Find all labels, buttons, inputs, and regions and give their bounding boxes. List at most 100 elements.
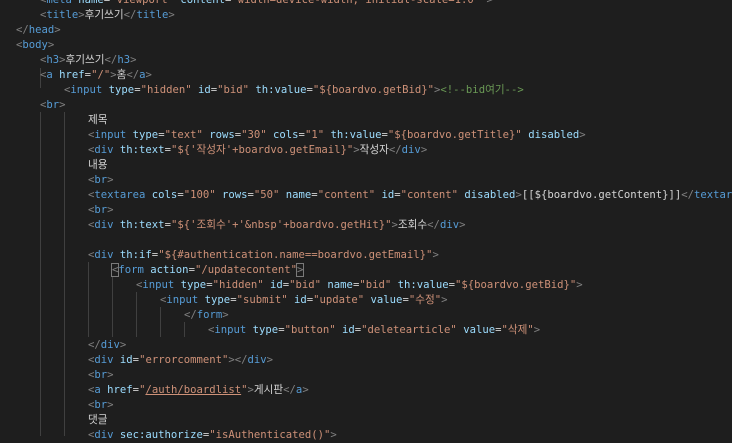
code-token: content xyxy=(180,0,226,6)
code-token: > xyxy=(533,324,541,336)
code-line[interactable]: <br> xyxy=(88,203,114,218)
code-line[interactable]: 제목 xyxy=(88,113,108,128)
code-line[interactable]: <div th:text="${'조회수'+'&nbsp'+boardvo.ge… xyxy=(88,218,465,233)
indent-guide xyxy=(112,277,113,337)
code-token: "${boardvo.getBid}" xyxy=(312,84,435,96)
code-line[interactable]: <input type="text" rows="30" cols="1" th… xyxy=(88,128,586,143)
code-token: </ xyxy=(16,24,29,36)
code-line[interactable]: <form action="/updatecontent"> xyxy=(110,263,305,278)
code-line[interactable]: <textarea cols="100" rows="50" name="con… xyxy=(88,188,732,203)
code-line[interactable]: </head> xyxy=(16,23,61,38)
code-token: th:if xyxy=(119,249,152,261)
code-token: input xyxy=(142,279,181,291)
code-token: > xyxy=(295,263,305,277)
code-token: th:text xyxy=(119,219,165,231)
code-token: title xyxy=(136,9,169,21)
code-token: id xyxy=(269,279,283,291)
code-token: 홈 xyxy=(116,69,127,81)
code-token: meta xyxy=(46,0,79,6)
code-token: div xyxy=(401,144,421,156)
code-token: "bid" xyxy=(359,279,398,291)
code-token: type xyxy=(252,324,279,336)
code-token: h3 xyxy=(117,54,131,66)
code-token: > xyxy=(54,24,61,36)
code-token: input xyxy=(214,324,253,336)
code-token: input xyxy=(94,129,133,141)
code-token: id xyxy=(119,354,133,366)
code-token: </ xyxy=(427,219,440,231)
code-token: "isAuthenticated()" xyxy=(209,429,331,441)
code-line[interactable]: <input type="submit" id="update" value="… xyxy=(160,293,447,308)
code-token: > xyxy=(441,294,448,306)
code-token: input xyxy=(166,294,205,306)
code-token: href xyxy=(59,69,85,81)
code-line[interactable]: 댓글 xyxy=(88,413,108,428)
code-token: > xyxy=(107,174,114,186)
code-line[interactable]: <br> xyxy=(88,368,114,383)
code-token: </ xyxy=(234,354,248,366)
code-token: id xyxy=(381,189,395,201)
code-token: </ xyxy=(88,339,101,351)
code-line[interactable]: <input type="hidden" id="bid" th:value="… xyxy=(64,83,524,98)
code-token: "errorcomment" xyxy=(139,354,229,366)
code-line[interactable]: </form> xyxy=(184,308,229,323)
code-token: 조회수 xyxy=(397,219,428,231)
code-line[interactable]: <div id="errorcomment"></div> xyxy=(88,353,273,368)
code-token: "hidden" xyxy=(140,84,198,96)
code-token: 작성자 xyxy=(359,144,389,156)
code-token: > xyxy=(459,219,466,231)
code-token: textarea xyxy=(94,189,152,201)
code-token: th:value xyxy=(397,279,449,291)
code-token: id xyxy=(341,324,355,336)
code-line[interactable]: <input type="hidden" id="bid" name="bid"… xyxy=(136,278,583,293)
code-line[interactable]: </div> xyxy=(88,338,126,353)
code-token: sec:authorize xyxy=(119,429,203,441)
code-line[interactable]: <title>후기쓰기</title> xyxy=(40,8,175,23)
code-token: div xyxy=(100,339,120,351)
code-editor[interactable]: <meta name="viewport" content="width=dev… xyxy=(0,0,732,441)
code-line[interactable]: <br> xyxy=(40,98,66,113)
code-line[interactable]: <a href="/">홈</a> xyxy=(40,68,152,83)
code-token: "삭제" xyxy=(501,324,534,336)
code-line[interactable]: <input type="button" id="deletearticle" … xyxy=(208,323,540,338)
code-line[interactable]: <div th:text="${'작성자'+boardvo.getEmail}"… xyxy=(88,143,427,158)
code-token: action xyxy=(150,264,189,276)
code-token: title xyxy=(46,9,79,21)
code-line[interactable]: 내용 xyxy=(88,158,108,173)
code-token: form xyxy=(196,309,223,321)
code-token: br xyxy=(94,204,108,216)
code-token: </ xyxy=(388,144,402,156)
code-line[interactable]: <body> xyxy=(16,38,54,53)
code-line[interactable]: <br> xyxy=(88,173,114,188)
code-token: > xyxy=(576,279,583,291)
code-line[interactable]: <div th:if="${#authentication.name==boar… xyxy=(88,248,439,263)
code-token: 게시판 xyxy=(253,384,284,396)
code-line[interactable]: <meta name="viewport" content="width=dev… xyxy=(40,0,493,8)
code-token: > xyxy=(579,129,586,141)
code-token: cols xyxy=(273,129,299,141)
code-token: > xyxy=(130,54,137,66)
code-token: div xyxy=(94,354,120,366)
code-token: th:text xyxy=(119,144,165,156)
code-token: "${#authentication.name==boardvo.getEmai… xyxy=(158,249,433,261)
code-line[interactable]: <h3>후기쓰기</h3> xyxy=(40,53,136,68)
indent-guide xyxy=(136,292,137,337)
indent-guide xyxy=(160,307,161,337)
code-token: "width=device-width, initial-scale=1.0" xyxy=(231,0,481,6)
code-line[interactable]: <br> xyxy=(88,398,114,413)
code-token: </ xyxy=(104,54,118,66)
code-token: "bid" xyxy=(289,279,328,291)
code-token: th:value xyxy=(255,84,307,96)
code-line[interactable]: <a href="/auth/boardlist">게시판</a> xyxy=(88,383,309,398)
code-token: br xyxy=(94,174,108,186)
code-token: > xyxy=(302,384,309,396)
code-token: "30" xyxy=(241,129,274,141)
code-token: id xyxy=(197,84,211,96)
code-token: br xyxy=(94,399,108,411)
code-token: "viewport" xyxy=(110,0,181,6)
code-token: </ xyxy=(126,69,140,81)
code-token: div xyxy=(94,144,120,156)
code-token: "/updatecontent" xyxy=(194,264,298,276)
code-token: > xyxy=(266,354,274,366)
code-token: > xyxy=(168,9,175,21)
